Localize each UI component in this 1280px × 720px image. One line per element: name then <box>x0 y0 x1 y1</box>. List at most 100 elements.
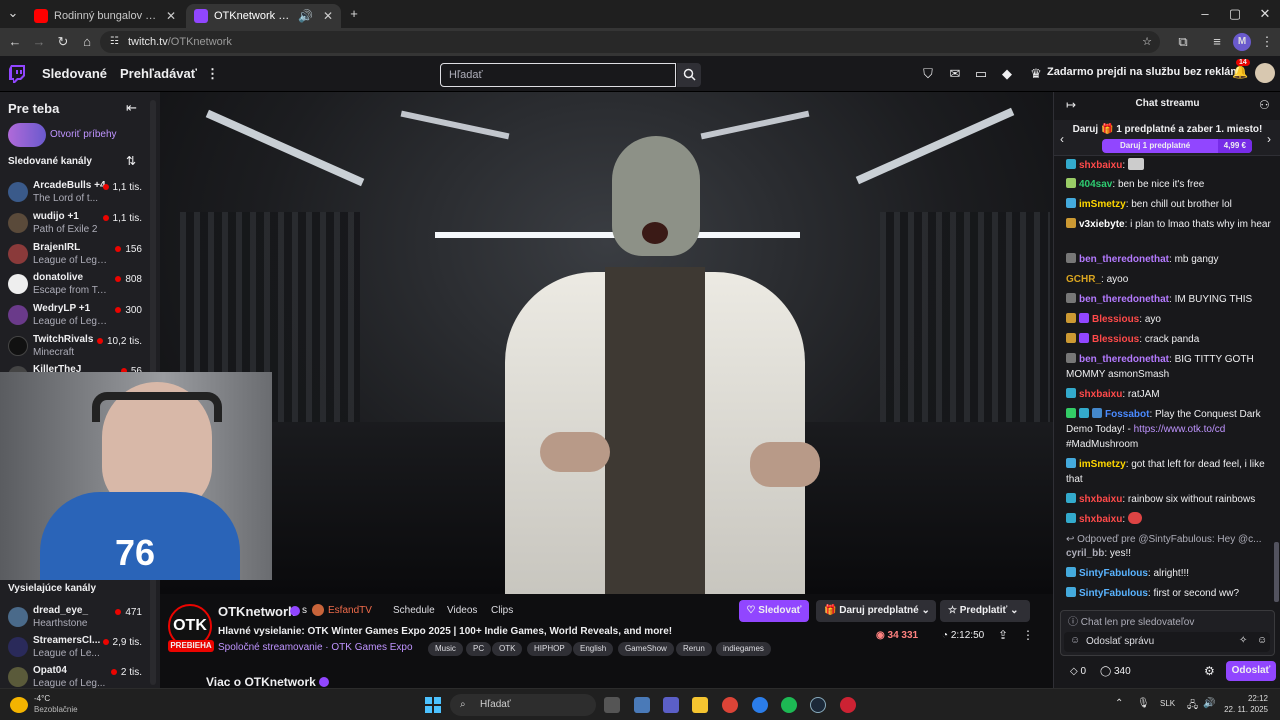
followed-channel[interactable]: donatolive Escape from Ta... 808 <box>0 270 150 300</box>
videos-link[interactable]: Videos <box>447 605 477 616</box>
followed-channel[interactable]: WedryLP +1 League of Lege... 300 <box>0 301 150 331</box>
followed-channel[interactable]: BrajenIRL League of Lege... 156 <box>0 240 150 270</box>
chat-username[interactable]: SintyFabulous <box>1079 588 1148 599</box>
chat-message[interactable]: Blessious: crack panda <box>1066 332 1276 347</box>
chat-message[interactable]: SintyFabulous: first or second ww? <box>1066 586 1276 601</box>
more-icon[interactable]: ⋮ <box>206 66 219 82</box>
steam-icon[interactable] <box>810 697 826 713</box>
chat-username[interactable]: ben_theredonethat <box>1079 354 1169 365</box>
chat-username[interactable]: Blessious <box>1092 314 1139 325</box>
forward-icon[interactable]: → <box>30 33 48 51</box>
drops-icon[interactable]: ⛉ <box>920 66 936 82</box>
teams-icon[interactable] <box>663 697 679 713</box>
user-avatar[interactable] <box>1255 63 1275 83</box>
profile-avatar[interactable]: M <box>1233 33 1251 51</box>
home-icon[interactable]: ⌂ <box>78 33 96 51</box>
chat-username[interactable]: ben_theredonethat <box>1079 294 1169 305</box>
follow-button[interactable]: ♡ Sledovať <box>739 600 809 622</box>
whispers-icon[interactable]: ▭ <box>973 66 989 82</box>
chat-message[interactable]: shxbaixu: <box>1066 158 1276 173</box>
chat-message[interactable]: v3xiebyte: i plan to lmao thats why im h… <box>1066 217 1276 232</box>
reload-icon[interactable]: ↻ <box>54 33 72 51</box>
site-info-icon[interactable]: ☷ <box>110 31 119 53</box>
tray-expand-icon[interactable]: ⌃ <box>1115 698 1123 709</box>
following-link[interactable]: Sledované <box>42 66 107 81</box>
chat-message[interactable]: shxbaixu: <box>1066 512 1276 527</box>
chat-message[interactable]: ben_theredonethat: IM BUYING THIS <box>1066 292 1276 307</box>
chat-scrollbar[interactable] <box>1274 542 1279 602</box>
collapse-sidebar-icon[interactable]: ⇤ <box>126 100 137 116</box>
chat-username[interactable]: ben_theredonethat <box>1079 254 1169 265</box>
tag-pc[interactable]: PC <box>466 642 492 656</box>
spotify-icon[interactable] <box>781 697 797 713</box>
chat-username[interactable]: Fossabot <box>1105 409 1149 420</box>
chat-message[interactable]: ben_theredonethat: BIG TITTY GOTH MOMMY … <box>1066 352 1276 382</box>
bookmark-star-icon[interactable]: ☆ <box>1142 31 1152 53</box>
chat-message[interactable]: shxbaixu: ratJAM <box>1066 387 1276 402</box>
chat-username[interactable]: shxbaixu <box>1079 514 1122 525</box>
chat-message[interactable]: ben_theredonethat: mb gangy <box>1066 252 1276 267</box>
chat-username[interactable]: v3xiebyte <box>1079 219 1125 230</box>
followed-channel[interactable]: TwitchRivals Minecraft 10,2 tis. <box>0 332 150 362</box>
chrome-icon[interactable] <box>722 697 738 713</box>
taskbar-search[interactable]: ⌕ Hľadať <box>450 694 596 716</box>
chat-emote-icon[interactable]: ☺ <box>1070 635 1080 646</box>
chat-username[interactable]: cyril_bb <box>1066 548 1104 559</box>
chat-message[interactable]: shxbaixu: rainbow six without rainbows <box>1066 492 1276 507</box>
back-icon[interactable]: ← <box>6 33 24 51</box>
address-field[interactable]: ☷ twitch.tv/OTKnetwork ☆ <box>100 31 1160 53</box>
chat-message[interactable]: Fossabot: Play the Conquest Dark Demo To… <box>1066 407 1276 452</box>
send-button[interactable]: Odoslať <box>1226 661 1276 681</box>
chat-username[interactable]: GCHR_ <box>1066 274 1101 285</box>
schedule-link[interactable]: Schedule <box>393 605 435 616</box>
chat-username[interactable]: shxbaixu <box>1079 494 1122 505</box>
share-icon[interactable]: ⇪ <box>998 628 1008 642</box>
collab-link[interactable]: Spoločné streamovanie · OTK Games Expo <box>218 642 413 653</box>
minimize-button[interactable]: – <box>1196 5 1214 23</box>
windows-start-icon[interactable] <box>425 697 441 713</box>
chat-username[interactable]: imSmetzy <box>1079 199 1126 210</box>
widgets-icon[interactable] <box>634 697 650 713</box>
weather-icon[interactable] <box>10 697 28 713</box>
community-icon[interactable]: ⚇ <box>1259 98 1270 112</box>
network-icon[interactable]: 🖧 <box>1187 698 1198 715</box>
inbox-icon[interactable]: ✉ <box>947 66 963 82</box>
close-tab-icon[interactable]: ✕ <box>166 9 176 23</box>
live-channel[interactable]: Opat04 League of Leg... 2 tis. <box>0 663 150 688</box>
game-link[interactable]: OTK Games Expo <box>331 642 412 653</box>
search-button[interactable] <box>677 63 701 87</box>
browser-tab-youtube[interactable]: Rodinný bungalov na pláži len ... ✕ <box>26 4 184 28</box>
bits-icon[interactable]: ◆ <box>999 66 1015 82</box>
chat-message[interactable]: imSmetzy: ben chill out brother lol <box>1066 197 1276 212</box>
tag-indiegames[interactable]: indiegames <box>716 642 771 656</box>
gift-one-sub-button[interactable]: Daruj 1 predplatné 4,99 € <box>1102 139 1252 153</box>
gift-sub-button[interactable]: 🎁 Daruj predplatné ⌄ <box>816 600 936 622</box>
chat-username[interactable]: shxbaixu <box>1079 389 1122 400</box>
open-stories-link[interactable]: Otvoriť príbehy <box>50 129 117 140</box>
language-indicator[interactable]: SLK <box>1160 699 1175 708</box>
extensions-icon[interactable]: ⧉ <box>1174 33 1192 51</box>
chat-message[interactable]: cyril_bb: yes!! <box>1066 546 1276 561</box>
stories-avatars[interactable] <box>8 123 46 147</box>
live-channel[interactable]: StreamersCl... League of Le... 2,9 tis. <box>0 633 150 663</box>
partner-name[interactable]: EsfandTV <box>328 605 372 616</box>
prime-offer-button[interactable]: Zadarmo prejdi na službu bez reklám <box>1047 66 1240 78</box>
chat-message[interactable]: SintyFabulous: alright!!! <box>1066 566 1276 581</box>
live-channel[interactable]: dread_eye_ Hearthstone 471 <box>0 603 150 633</box>
chat-message[interactable]: GCHR_: ayoo <box>1066 272 1276 287</box>
file-explorer-icon[interactable] <box>692 697 708 713</box>
chat-username[interactable]: shxbaixu <box>1079 160 1122 171</box>
bits-cheer-icon[interactable]: ✧ <box>1239 635 1247 646</box>
clock-time[interactable]: 22:12 <box>1220 694 1268 703</box>
tag-music[interactable]: Music <box>428 642 463 656</box>
followed-channel[interactable]: wudijo +1 Path of Exile 2 1,1 tis. <box>0 209 150 239</box>
reading-list-icon[interactable]: ≡ <box>1208 33 1226 51</box>
reply-context[interactable]: ↩ Odpoveď pre @SintyFabulous: Hey @c... <box>1066 532 1276 547</box>
tag-hiphop[interactable]: HIPHOP <box>527 642 572 656</box>
maximize-button[interactable]: ▢ <box>1226 5 1244 23</box>
browse-link[interactable]: Prehľadávať <box>120 66 197 81</box>
channel-name[interactable]: OTKnetwork <box>218 604 295 619</box>
emote-picker-icon[interactable]: ☺ <box>1257 635 1267 646</box>
tab-list-icon[interactable]: ⌄ <box>4 4 22 22</box>
chat-message[interactable]: Blessious: ayo <box>1066 312 1276 327</box>
